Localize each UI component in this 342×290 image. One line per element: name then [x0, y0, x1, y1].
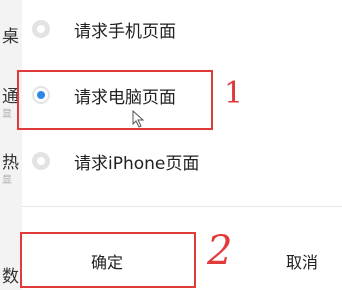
option-iphone-page[interactable]: 请求iPhone页面 — [22, 132, 342, 190]
cancel-button[interactable]: 取消 — [262, 236, 342, 286]
divider — [22, 206, 342, 207]
screen: 桌 通 显 热 显 数 请求手机页面 请求电脑页面 请求iPhone页面 确定 … — [0, 0, 342, 290]
option-mobile-page[interactable]: 请求手机页面 — [22, 0, 342, 58]
option-label: 请求iPhone页面 — [74, 153, 200, 174]
background-sublabel: 显 — [2, 175, 12, 186]
background-settings-list: 桌 通 显 热 显 数 — [0, 0, 22, 290]
annotation-highlight-option — [17, 70, 213, 130]
background-label: 桌 — [2, 27, 19, 47]
annotation-step-number: 2 — [207, 228, 233, 274]
annotation-highlight-confirm — [20, 232, 196, 288]
option-label: 请求手机页面 — [74, 21, 176, 42]
background-label: 数 — [2, 267, 19, 287]
annotation-step-number: 1 — [224, 76, 244, 111]
radio-unselected-icon[interactable] — [32, 152, 50, 170]
background-label: 热 — [2, 153, 19, 173]
background-sublabel: 显 — [2, 109, 12, 120]
radio-unselected-icon[interactable] — [32, 20, 50, 38]
